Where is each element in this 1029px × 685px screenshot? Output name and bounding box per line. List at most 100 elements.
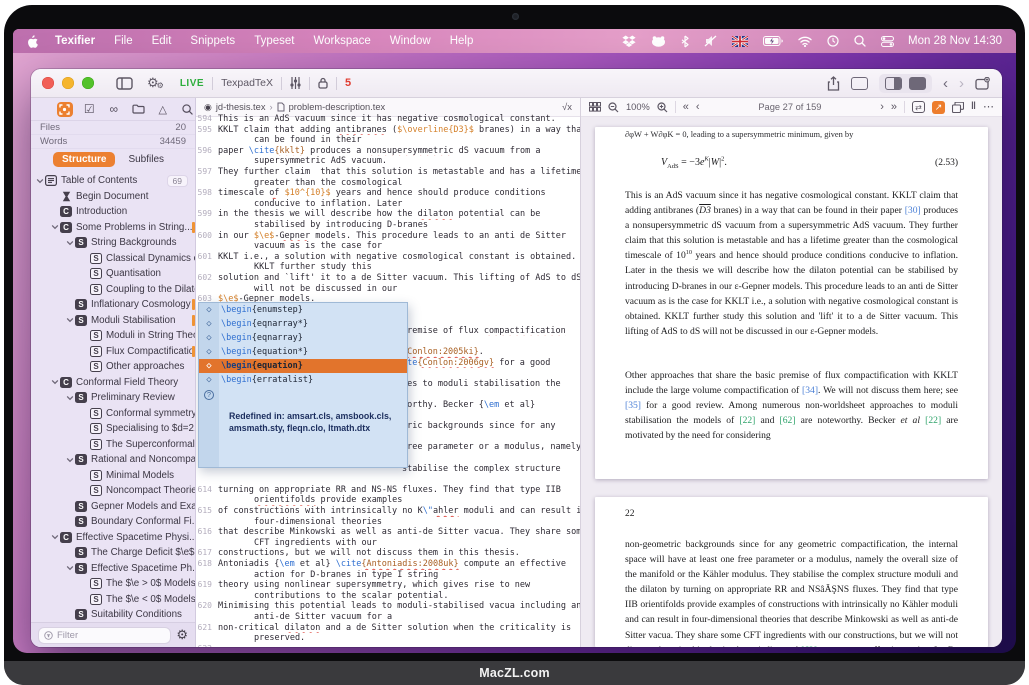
code-line-wrap[interactable]: can be found in their bbox=[196, 135, 580, 146]
layout-split-button[interactable] bbox=[885, 77, 902, 90]
code-line-wrap[interactable]: anti-de Sitter vacuum for a bbox=[196, 612, 580, 623]
log-filter-icon[interactable] bbox=[290, 77, 301, 89]
code-line-wrap[interactable]: KKLT further study this bbox=[196, 262, 580, 273]
code-line-wrap[interactable]: CFT ingredients with our bbox=[196, 538, 580, 549]
code-line[interactable]: 602solution and `lift' it to a de Sitter… bbox=[196, 273, 580, 284]
chevron-down-icon[interactable] bbox=[35, 177, 45, 185]
toc-item[interactable]: SThe Superconformal ... bbox=[31, 437, 195, 453]
completion-item[interactable]: ◇\begin{equation} bbox=[199, 359, 407, 373]
toc-item[interactable]: SNoncompact Theories bbox=[31, 483, 195, 499]
toc-item[interactable]: SPreliminary Review bbox=[31, 390, 195, 406]
toc-item[interactable]: CEffective Spacetime Physi... bbox=[31, 530, 195, 546]
clock-icon[interactable] bbox=[827, 35, 839, 47]
code-line-wrap[interactable]: four-dimensional theories bbox=[196, 517, 580, 528]
code-line[interactable]: 597They further claim that this solution… bbox=[196, 167, 580, 178]
code-line[interactable]: 618Antoniadis {\em et al} \cite{Antoniad… bbox=[196, 559, 580, 570]
chevron-down-icon[interactable] bbox=[65, 456, 75, 464]
last-page-icon[interactable]: » bbox=[891, 102, 897, 113]
toc-item[interactable]: SOther approaches bbox=[31, 359, 195, 375]
completion-item[interactable]: ◇\begin{enumstep} bbox=[199, 303, 407, 317]
toc-item[interactable]: SBoundary Conformal Fi... bbox=[31, 514, 195, 530]
zoom-out-icon[interactable] bbox=[608, 102, 619, 113]
code-line[interactable]: 601KKLT i.e., a solution with negative c… bbox=[196, 252, 580, 263]
typeset-loop-icon[interactable]: ∞ bbox=[106, 102, 122, 117]
chevron-down-icon[interactable] bbox=[65, 316, 75, 324]
forward-icon[interactable]: › bbox=[959, 76, 964, 91]
toc-item[interactable]: SFlux Compactificatio... bbox=[31, 344, 195, 360]
code-line[interactable]: 622 bbox=[196, 644, 580, 647]
zoom-level[interactable]: 100% bbox=[626, 102, 650, 112]
zoom-in-icon[interactable] bbox=[657, 102, 668, 113]
code-line-wrap[interactable]: will not be discussed in our bbox=[196, 284, 580, 295]
toc-item[interactable]: CSome Problems in String... bbox=[31, 220, 195, 236]
next-page-icon[interactable]: › bbox=[880, 102, 884, 113]
menu-item-window[interactable]: Window bbox=[390, 35, 431, 47]
toc-item[interactable]: SMinimal Models bbox=[31, 468, 195, 484]
zoom-button[interactable] bbox=[82, 77, 94, 89]
error-count-badge[interactable]: 5 bbox=[345, 77, 351, 89]
code-line[interactable]: 594This is an AdS vacuum since it has ne… bbox=[196, 114, 580, 125]
code-line[interactable]: 598timescale of $10^{10}$ years and henc… bbox=[196, 188, 580, 199]
code-line-wrap[interactable]: orientifolds provide examples bbox=[196, 495, 580, 506]
toc-item[interactable]: SThe Charge Deficit $\e$ bbox=[31, 545, 195, 561]
jump-to-source-icon[interactable]: ↗ bbox=[932, 101, 945, 114]
code-line[interactable]: 614turning on appropriate RR and NS-NS f… bbox=[196, 485, 580, 496]
menubar-clock[interactable]: Mon 28 Nov 14:30 bbox=[908, 35, 1002, 47]
code-line[interactable]: 619theory using nonlinear supersymmetry,… bbox=[196, 580, 580, 591]
code-line[interactable]: 620Minimising this potential leads to mo… bbox=[196, 601, 580, 612]
code-line[interactable]: 616that describe Minkowski as well as an… bbox=[196, 527, 580, 538]
chevron-down-icon[interactable] bbox=[65, 564, 75, 572]
pdf-viewport[interactable]: ∂φW + W∂φK = 0, leading to a supersymmet… bbox=[581, 117, 1002, 647]
code-line-wrap[interactable]: greater than the cosmological bbox=[196, 178, 580, 189]
wifi-icon[interactable] bbox=[798, 36, 812, 47]
control-center-icon[interactable] bbox=[881, 36, 894, 47]
completion-item[interactable]: ◇\begin{erratalist} bbox=[199, 373, 407, 387]
tab-structure[interactable]: Structure bbox=[53, 152, 115, 167]
breadcrumb-item-root[interactable]: jd-thesis.tex bbox=[216, 102, 266, 112]
code-line[interactable]: 615of constructions with intrinsically n… bbox=[196, 506, 580, 517]
code-line[interactable]: 617constructions, but we will not discus… bbox=[196, 548, 580, 559]
code-line-wrap[interactable]: contributions to the scalar potential. bbox=[196, 591, 580, 602]
thumbnails-icon[interactable] bbox=[589, 102, 601, 112]
code-line-wrap[interactable]: stabilised by introducing D-branes bbox=[196, 220, 580, 231]
code-line[interactable]: 621non-critical dilaton and a de Sitter … bbox=[196, 623, 580, 634]
toc-item[interactable]: SEffective Spacetime Ph... bbox=[31, 561, 195, 577]
filter-input[interactable]: Filter bbox=[38, 627, 171, 644]
mute-icon[interactable] bbox=[704, 35, 717, 47]
chevron-down-icon[interactable] bbox=[65, 394, 75, 402]
toc-item[interactable]: SThe $\e > 0$ Models bbox=[31, 576, 195, 592]
menu-item-help[interactable]: Help bbox=[450, 35, 474, 47]
bluetooth-icon[interactable] bbox=[681, 35, 689, 48]
engine-selector[interactable]: TexpadTeX bbox=[221, 77, 273, 89]
tab-subfiles[interactable]: Subfiles bbox=[119, 152, 173, 167]
code-line-wrap[interactable]: action for D-branes in type I string bbox=[196, 570, 580, 581]
toc-item[interactable]: SCoupling to the Dilato... bbox=[31, 282, 195, 298]
toc-item[interactable]: SModuli in String Theory bbox=[31, 328, 195, 344]
code-line[interactable]: 599in the thesis we will describe how th… bbox=[196, 209, 580, 220]
layout-pdf-button[interactable] bbox=[909, 77, 926, 90]
code-line[interactable]: 595KKLT claim that adding antibranes ($\… bbox=[196, 125, 580, 136]
menu-item-workspace[interactable]: Workspace bbox=[313, 35, 370, 47]
dropbox-icon[interactable] bbox=[622, 35, 636, 47]
toc-item[interactable]: SRational and Noncompa... bbox=[31, 452, 195, 468]
chevron-down-icon[interactable] bbox=[65, 239, 75, 247]
first-page-icon[interactable]: « bbox=[683, 102, 689, 113]
toc-item[interactable]: SThe $\e < 0$ Models bbox=[31, 592, 195, 608]
apple-icon[interactable] bbox=[27, 34, 39, 48]
files-folder-icon[interactable] bbox=[131, 102, 147, 117]
close-button[interactable] bbox=[42, 77, 54, 89]
more-options-icon[interactable]: ⋯ bbox=[983, 102, 994, 113]
toc-item[interactable]: SConformal symmetry ... bbox=[31, 406, 195, 422]
toc-item[interactable]: SString Backgrounds bbox=[31, 235, 195, 251]
code-line-wrap[interactable]: conducive to inflation. Later bbox=[196, 199, 580, 210]
typeset-settings-icon[interactable]: ⚙⚙ bbox=[147, 75, 164, 91]
completion-item[interactable]: ◇\begin{eqnarray*} bbox=[199, 317, 407, 331]
toc-item[interactable]: CConformal Field Theory bbox=[31, 375, 195, 391]
completion-item[interactable]: ◇\begin{equation*} bbox=[199, 345, 407, 359]
math-preview-button[interactable]: √x bbox=[562, 102, 572, 113]
battery-charging-icon[interactable] bbox=[763, 36, 783, 46]
sidebar-settings-icon[interactable]: ⚙ bbox=[176, 627, 188, 643]
toc-item[interactable]: SInflationary Cosmology ... bbox=[31, 297, 195, 313]
layout-editor-button[interactable] bbox=[851, 77, 868, 90]
structure-scan-icon[interactable] bbox=[57, 102, 73, 117]
